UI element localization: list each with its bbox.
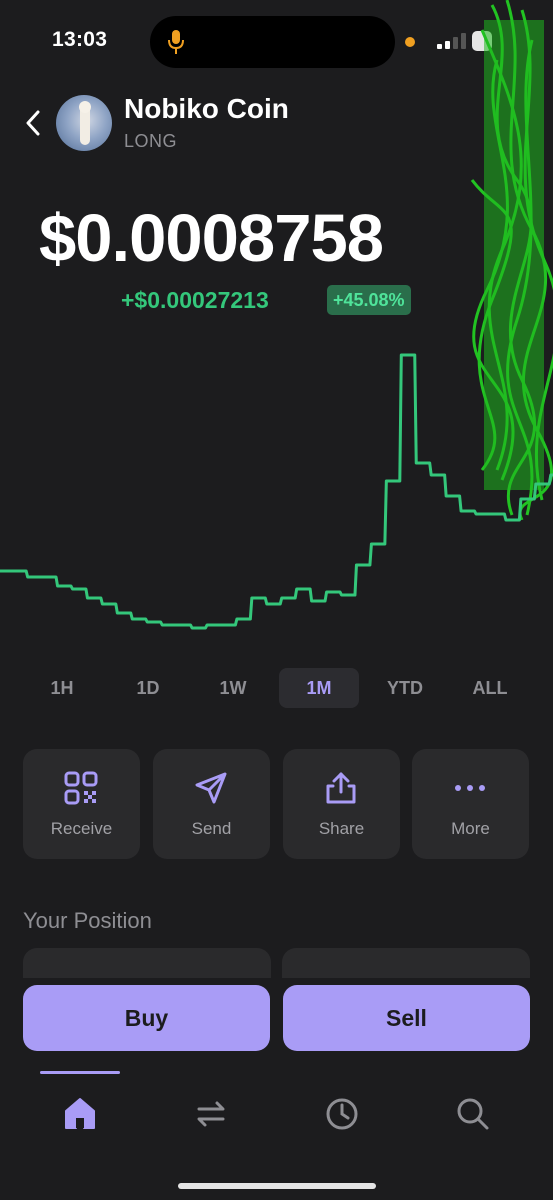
- range-ytd[interactable]: YTD: [375, 668, 435, 708]
- position-card-right[interactable]: [282, 948, 530, 978]
- price-change-percent-badge: +45.08%: [327, 285, 411, 315]
- range-1w[interactable]: 1W: [203, 668, 263, 708]
- search-icon[interactable]: [453, 1094, 493, 1134]
- range-1m[interactable]: 1M: [279, 668, 359, 708]
- send-label: Send: [191, 819, 232, 838]
- range-all[interactable]: ALL: [460, 668, 520, 708]
- status-time: 13:03: [52, 28, 108, 51]
- share-label: Share: [318, 819, 365, 838]
- more-button[interactable]: More: [412, 749, 529, 859]
- buy-button[interactable]: Buy: [23, 985, 270, 1051]
- time-range-selector: 1H 1D 1W 1M YTD ALL: [0, 668, 553, 710]
- send-button[interactable]: Send: [153, 749, 270, 859]
- dynamic-island: [150, 16, 395, 68]
- coin-avatar: [56, 95, 112, 151]
- range-1d[interactable]: 1D: [118, 668, 178, 708]
- more-label: More: [451, 819, 490, 838]
- share-icon: [326, 772, 356, 804]
- your-position-heading: Your Position: [23, 908, 152, 933]
- price-chart[interactable]: [0, 340, 553, 640]
- price-line-series: [0, 353, 553, 630]
- more-icon: [455, 785, 485, 791]
- home-indicator: [178, 1183, 376, 1189]
- privacy-indicator-dot: [405, 37, 415, 47]
- history-icon[interactable]: [322, 1094, 362, 1134]
- coin-name: Nobiko Coin: [124, 93, 289, 124]
- receive-label: Receive: [50, 819, 113, 838]
- home-icon[interactable]: [60, 1094, 100, 1134]
- current-price: $0.0008758: [39, 201, 384, 276]
- microphone-icon: [168, 30, 184, 54]
- price-change: +$0.00027213: [121, 287, 269, 313]
- back-chevron-icon[interactable]: [22, 108, 44, 138]
- sell-button[interactable]: Sell: [283, 985, 530, 1051]
- coin-ticker: LONG: [124, 131, 178, 151]
- share-button[interactable]: Share: [283, 749, 400, 859]
- receive-button[interactable]: Receive: [23, 749, 140, 859]
- swap-icon[interactable]: [191, 1094, 231, 1134]
- position-card-left[interactable]: [23, 948, 271, 978]
- range-1h[interactable]: 1H: [32, 668, 92, 708]
- send-icon: [195, 772, 227, 804]
- active-tab-indicator: [40, 1071, 120, 1074]
- qr-code-icon: [64, 771, 98, 805]
